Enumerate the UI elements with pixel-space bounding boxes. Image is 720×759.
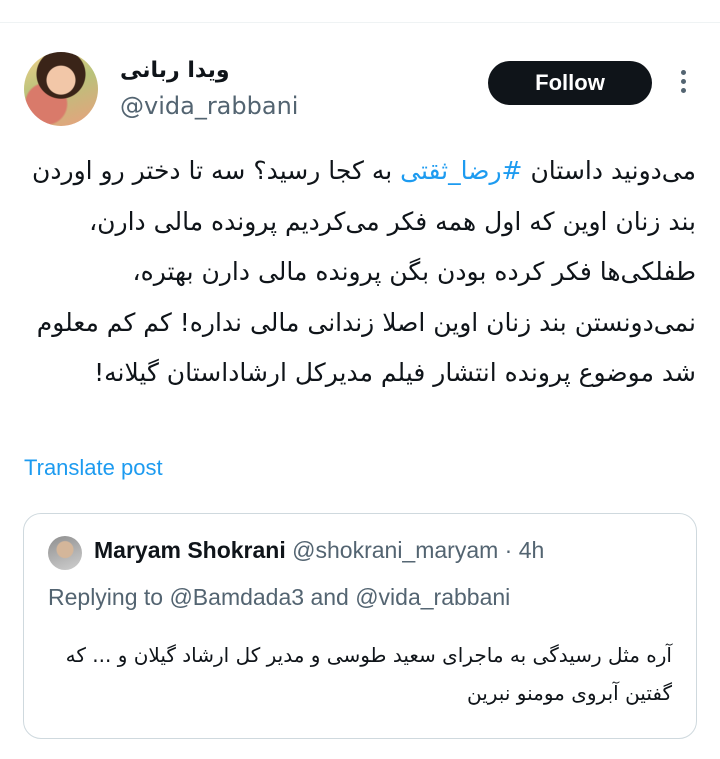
top-divider [0,22,720,23]
quote-author-avatar[interactable] [48,536,82,570]
tweet-text: می‌دونید داستان #رضا_ثقتی به کجا رسید؟ س… [30,146,696,399]
translate-post-link[interactable]: Translate post [24,455,163,481]
quote-timestamp[interactable]: 4h [519,537,545,563]
tweet-text-after: به کجا رسید؟ سه تا دختر رو اوردن بند زنا… [32,156,696,387]
quote-text: آره مثل رسیدگی به ماجرای سعید طوسی و مدی… [65,643,672,705]
author-handle[interactable]: @vida_rabbani [120,92,298,120]
quoted-tweet-card[interactable]: Maryam Shokrani @shokrani_maryam · 4h Re… [23,513,697,739]
tweet-text-before: می‌دونید داستان [522,156,696,185]
dot [681,70,686,75]
author-avatar[interactable] [24,52,98,126]
hashtag-link[interactable]: #رضا_ثقتی [400,156,522,185]
more-options-icon[interactable] [670,66,698,98]
dot [681,79,686,84]
author-display-name[interactable]: ویدا ربانی [120,58,230,83]
quote-header: Maryam Shokrani @shokrani_maryam · 4h [94,537,544,564]
dot [681,88,686,93]
quote-author-handle[interactable]: @shokrani_maryam [292,537,498,563]
quote-separator: · [504,537,513,563]
replying-to-text: Replying to @Bamdada3 and @vida_rabbani [48,584,511,610]
follow-button[interactable]: Follow [488,61,652,105]
quote-author-name[interactable]: Maryam Shokrani [94,537,286,563]
